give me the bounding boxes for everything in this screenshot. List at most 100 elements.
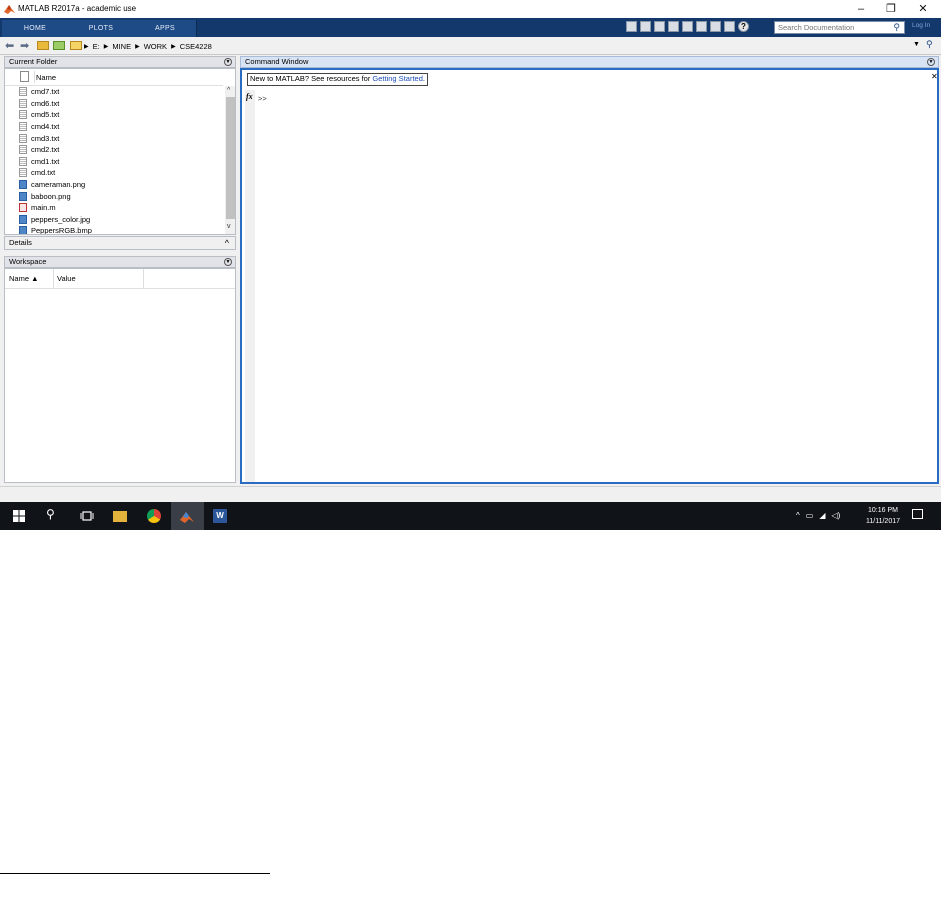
file-item[interactable]: main.m [19,202,56,214]
command-prompt[interactable]: >> [258,94,267,103]
crumb-mine[interactable]: MINE [112,42,131,51]
file-item[interactable]: cmd3.txt [19,132,59,144]
system-tray: ^ ▭ ◢ ◁) [796,511,840,520]
panel-menu-icon[interactable]: ▼ [927,58,935,66]
file-item[interactable]: cmd6.txt [19,98,59,110]
cut-icon[interactable] [654,21,665,32]
getting-started-link[interactable]: Getting Started [372,74,422,83]
file-item[interactable]: cmd1.txt [19,156,59,168]
fx-icon[interactable]: fx [246,92,253,101]
crumb-cse4228[interactable]: CSE4228 [180,42,212,51]
file-item[interactable]: cmd4.txt [19,121,59,133]
text-file-icon [19,110,27,120]
scrollbar-thumb[interactable] [226,97,235,219]
ws-value-column[interactable]: Value [57,274,76,283]
chevron-up-icon[interactable]: ^ [796,511,800,520]
forward-arrow-icon[interactable]: ➡ [20,39,29,52]
battery-icon[interactable]: ▭ [806,511,814,520]
notification-icon[interactable] [912,509,923,519]
back-arrow-icon[interactable]: ⬅ [5,39,14,52]
command-window[interactable]: New to MATLAB? See resources for Getting… [240,68,939,484]
breadcrumb: ▶ E: ▶ MINE ▶ WORK ▶ CSE4228 [84,42,212,51]
redo-icon[interactable] [710,21,721,32]
matlab-logo-icon [4,5,15,14]
clock-time: 10:16 PM [868,507,898,514]
file-name: cmd6.txt [31,98,60,108]
close-window-button[interactable]: ✕ [908,1,938,17]
switch-windows-icon[interactable] [724,21,735,32]
workspace-column-header: Name ▲ Value [5,269,235,289]
file-name: cmd2.txt [31,145,60,155]
panel-menu-icon[interactable]: ▼ [224,258,232,266]
file-item[interactable]: cmd.txt [19,167,55,179]
tab-plots[interactable]: PLOTS [68,20,135,37]
new-icon[interactable] [626,21,637,32]
file-name: cmd.txt [31,168,56,178]
chevron-right-icon: ▶ [103,44,109,50]
volume-icon[interactable]: ◁) [831,511,840,520]
image-file-icon [19,214,27,224]
banner-text: New to MATLAB? See resources for [250,74,373,83]
chevron-up-icon[interactable]: ^ [225,237,229,249]
save-icon[interactable] [640,21,651,32]
chevron-right-icon: ▶ [84,44,89,50]
current-folder-list: Name cmd7.txt cmd6.txt cmd5.txt cmd4.txt… [4,68,236,235]
crumb-work[interactable]: WORK [144,42,167,51]
text-file-icon [19,98,27,108]
folder-search-icon[interactable]: ⚲ [926,39,933,50]
file-item[interactable]: cameraman.png [19,179,85,191]
copy-icon[interactable] [668,21,679,32]
file-explorer-icon[interactable] [113,511,127,522]
taskbar-clock[interactable]: 10:16 PM 11/11/2017 [862,502,904,530]
paste-icon[interactable] [682,21,693,32]
panel-menu-icon[interactable]: ▼ [224,58,232,66]
minimize-button[interactable]: – [846,1,876,17]
restore-button[interactable]: ❐ [876,1,906,17]
details-panel[interactable]: Details ^ [4,236,236,250]
matlab-window: MATLAB R2017a - academic use – ❐ ✕ HOME … [0,0,941,530]
help-icon[interactable]: ? [738,21,749,32]
file-item[interactable]: cmd2.txt [19,144,59,156]
chrome-icon[interactable] [147,509,161,523]
banner-end: . [422,74,425,83]
command-gutter [245,90,255,482]
windows-start-icon[interactable] [12,509,26,523]
clock-date: 11/11/2017 [866,518,900,525]
chevron-right-icon: ▶ [135,44,140,50]
scroll-up-icon[interactable]: ^ [227,87,230,94]
status-bar [0,486,941,503]
name-column-header[interactable]: Name [36,73,56,82]
file-item[interactable]: PeppersRGB.bmp [19,225,92,234]
file-name: cmd7.txt [31,87,60,97]
text-file-icon [19,145,27,155]
text-file-icon [19,133,27,143]
file-column-header: Name [5,69,223,86]
search-icon[interactable]: ⚲ [893,22,900,33]
tab-home[interactable]: HOME [2,20,69,37]
window-title: MATLAB R2017a - academic use [18,4,137,13]
login-link[interactable]: Log In [912,22,930,29]
wifi-icon[interactable]: ◢ [819,511,825,520]
matlab-taskbar-icon[interactable] [180,509,194,523]
crumb-drive[interactable]: E: [93,42,100,51]
file-name: peppers_color.jpg [31,214,91,224]
word-icon[interactable]: W [213,509,227,523]
file-item[interactable]: cmd5.txt [19,109,59,121]
file-item[interactable]: cmd7.txt [19,86,59,98]
up-folder-icon[interactable] [37,41,49,50]
image-file-icon [19,191,27,201]
search-input[interactable] [775,22,888,33]
close-banner-icon[interactable]: ✕ [931,72,938,81]
taskbar-search-icon[interactable]: ⚲ [46,507,55,521]
browse-folder-icon[interactable] [53,41,65,50]
file-item[interactable]: baboon.png [19,190,71,202]
scroll-down-icon[interactable]: v [227,223,231,230]
footnote-rule [0,873,270,874]
undo-icon[interactable] [696,21,707,32]
file-item[interactable]: peppers_color.jpg [19,214,90,226]
file-name: cmd1.txt [31,156,60,166]
tab-apps[interactable]: APPS [134,20,197,37]
task-view-icon[interactable] [80,509,94,523]
chevron-down-icon[interactable]: ▼ [913,41,920,48]
ws-name-column[interactable]: Name ▲ [9,274,39,283]
